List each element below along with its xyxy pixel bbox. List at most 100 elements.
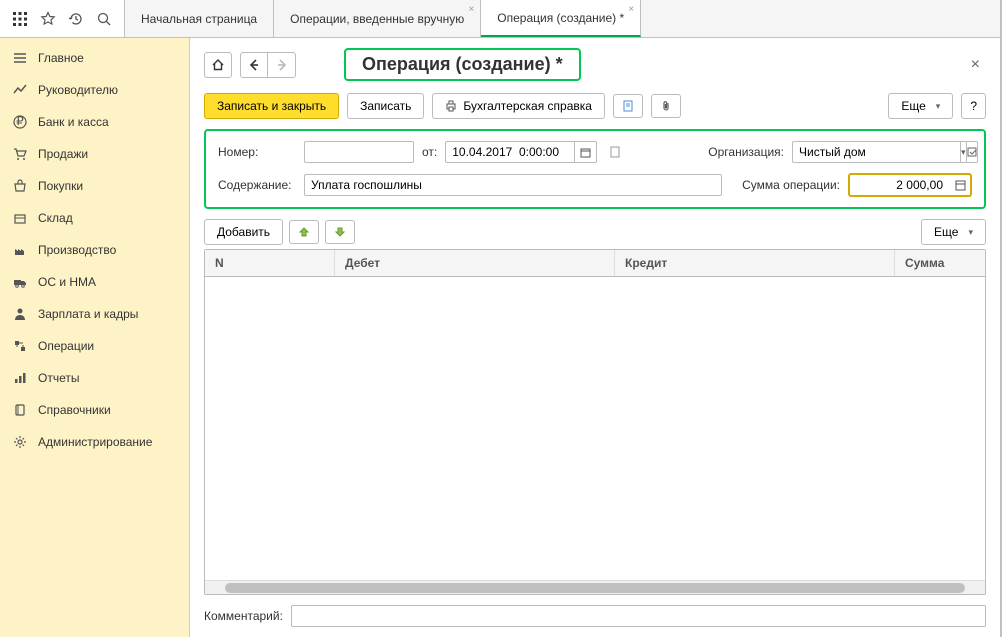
svg-text:₽: ₽ [16, 115, 24, 128]
sidebar-item-label: Зарплата и кадры [38, 307, 138, 321]
table-head: N Дебет Кредит Сумма [205, 250, 985, 277]
date-input[interactable] [445, 141, 575, 163]
sidebar-item-reports[interactable]: Отчеты [0, 362, 189, 394]
report-button[interactable] [613, 94, 643, 118]
box-icon [12, 210, 28, 226]
help-button[interactable]: ? [961, 93, 986, 119]
from-label: от: [422, 145, 437, 159]
page-title-box: Операция (создание) * [344, 48, 581, 81]
sidebar-item-assets[interactable]: ОС и НМА [0, 266, 189, 298]
forward-button[interactable] [268, 52, 296, 78]
tab-label: Начальная страница [141, 12, 257, 26]
nav-group [240, 52, 296, 78]
content-input[interactable] [304, 174, 722, 196]
number-input[interactable] [304, 141, 414, 163]
content: Операция (создание) * × Записать и закры… [190, 38, 1000, 637]
sidebar-item-sales[interactable]: Продажи [0, 138, 189, 170]
open-icon[interactable] [967, 141, 978, 163]
cart-icon [12, 146, 28, 162]
search-icon[interactable] [90, 5, 118, 33]
col-n[interactable]: N [205, 250, 335, 276]
calendar-icon[interactable] [575, 141, 597, 163]
sidebar: Главное Руководителю ₽Банк и касса Прода… [0, 38, 190, 637]
calculator-icon[interactable] [951, 176, 969, 194]
top-icon-group [0, 0, 125, 37]
tab-label: Операция (создание) * [497, 11, 624, 25]
table-body[interactable] [205, 277, 985, 580]
comment-row: Комментарий: [204, 605, 986, 627]
add-button[interactable]: Добавить [204, 219, 283, 245]
sidebar-item-catalogs[interactable]: Справочники [0, 394, 189, 426]
sidebar-item-main[interactable]: Главное [0, 42, 189, 74]
scroll-thumb[interactable] [225, 583, 965, 593]
save-button[interactable]: Записать [347, 93, 424, 119]
truck-icon [12, 274, 28, 290]
top-bar: Начальная страница Операции, введенные в… [0, 0, 1000, 38]
history-icon[interactable] [62, 5, 90, 33]
col-debit[interactable]: Дебет [335, 250, 615, 276]
sidebar-item-label: Руководителю [38, 83, 118, 97]
tab-label: Операции, введенные вручную [290, 12, 464, 26]
close-button[interactable]: × [965, 56, 986, 74]
number-label: Номер: [218, 145, 296, 159]
sum-input[interactable] [851, 176, 951, 194]
sidebar-item-manager[interactable]: Руководителю [0, 74, 189, 106]
tabs: Начальная страница Операции, введенные в… [125, 0, 1000, 37]
save-close-button[interactable]: Записать и закрыть [204, 93, 339, 119]
org-label: Организация: [708, 145, 784, 159]
attach-button[interactable] [651, 94, 681, 118]
sidebar-item-admin[interactable]: Администрирование [0, 426, 189, 458]
tab-home[interactable]: Начальная страница [125, 0, 274, 37]
sidebar-item-purchases[interactable]: Покупки [0, 170, 189, 202]
person-icon [12, 306, 28, 322]
sidebar-item-label: Покупки [38, 179, 83, 193]
sidebar-item-bank[interactable]: ₽Банк и касса [0, 106, 189, 138]
close-icon[interactable]: × [468, 4, 474, 15]
tab-manual-ops[interactable]: Операции, введенные вручную × [274, 0, 481, 37]
star-icon[interactable] [34, 5, 62, 33]
col-sum[interactable]: Сумма [895, 250, 985, 276]
page-title: Операция (создание) * [362, 54, 563, 75]
close-icon[interactable]: × [628, 4, 634, 15]
move-up-button[interactable] [289, 220, 319, 244]
sidebar-item-label: Справочники [38, 403, 111, 417]
book-icon [12, 402, 28, 418]
col-credit[interactable]: Кредит [615, 250, 895, 276]
sum-box [848, 173, 972, 197]
sidebar-item-label: Отчеты [38, 371, 79, 385]
main: Главное Руководителю ₽Банк и касса Прода… [0, 38, 1000, 637]
acc-report-button[interactable]: Бухгалтерская справка [432, 93, 605, 119]
table-more-button[interactable]: Еще [921, 219, 986, 245]
sidebar-item-label: Производство [38, 243, 116, 257]
sidebar-item-label: Администрирование [38, 435, 152, 449]
more-button[interactable]: Еще [888, 93, 953, 119]
page-header: Операция (создание) * × [204, 48, 986, 81]
comment-input[interactable] [291, 605, 986, 627]
home-button[interactable] [204, 52, 232, 78]
sidebar-item-label: Операции [38, 339, 94, 353]
tab-operation-create[interactable]: Операция (создание) * × [481, 0, 641, 37]
apps-icon[interactable] [6, 5, 34, 33]
print-icon [445, 100, 457, 112]
bars-icon [12, 370, 28, 386]
sidebar-item-operations[interactable]: Операции [0, 330, 189, 362]
table-toolbar: Добавить Еще [204, 219, 986, 245]
sum-label: Сумма операции: [742, 178, 840, 192]
doc-icon[interactable] [605, 146, 625, 158]
table: N Дебет Кредит Сумма [204, 249, 986, 595]
sidebar-item-production[interactable]: Производство [0, 234, 189, 266]
org-input[interactable] [792, 141, 961, 163]
form-row-1: Номер: от: Организация: ▾ [218, 141, 972, 163]
menu-icon [12, 50, 28, 66]
form-row-2: Содержание: Сумма операции: [218, 173, 972, 197]
form-box: Номер: от: Организация: ▾ Содержание: [204, 129, 986, 209]
move-down-button[interactable] [325, 220, 355, 244]
comment-label: Комментарий: [204, 609, 283, 623]
back-button[interactable] [240, 52, 268, 78]
sidebar-item-salary[interactable]: Зарплата и кадры [0, 298, 189, 330]
sidebar-item-warehouse[interactable]: Склад [0, 202, 189, 234]
horizontal-scrollbar[interactable] [205, 580, 985, 594]
ops-icon [12, 338, 28, 354]
sidebar-item-label: ОС и НМА [38, 275, 96, 289]
org-select: ▾ [792, 141, 972, 163]
